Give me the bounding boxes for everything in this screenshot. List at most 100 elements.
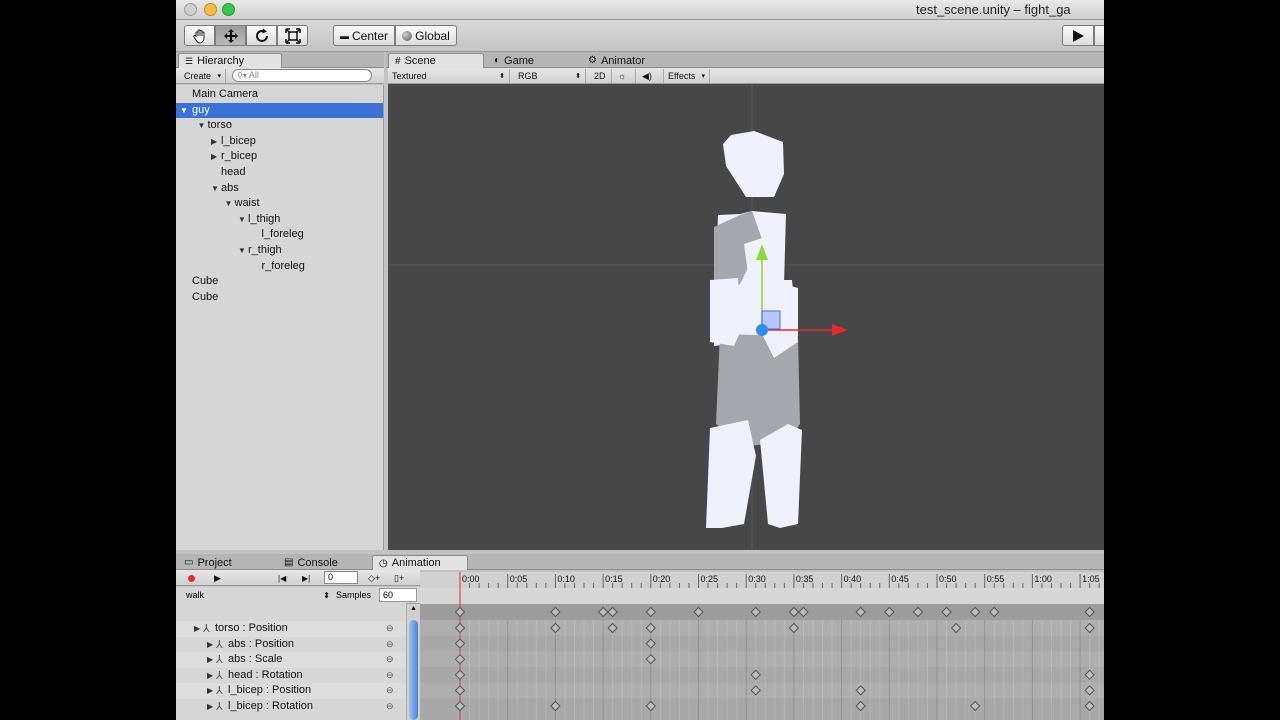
tab-game[interactable]: ◐ Game bbox=[488, 53, 580, 68]
event-lane[interactable] bbox=[420, 588, 1104, 604]
keyframe[interactable] bbox=[1084, 700, 1095, 712]
tab-animator[interactable]: ⚙ Animator bbox=[582, 53, 682, 68]
property-list-scrollbar[interactable]: ▲ bbox=[406, 604, 420, 720]
hierarchy-item-label: r_foreleg bbox=[261, 259, 305, 272]
curve-visibility-icon[interactable]: ⊖ bbox=[386, 685, 394, 696]
pivot-center-button[interactable]: ▬ Center bbox=[333, 25, 395, 46]
add-event-button[interactable]: ▯+ bbox=[390, 571, 412, 585]
frame-field[interactable]: 0 bbox=[324, 571, 358, 584]
tab-label: Project bbox=[197, 556, 232, 569]
hierarchy-item[interactable]: Cube bbox=[176, 274, 383, 289]
animation-track-row[interactable]: ▶ ⅄ abs : Scale ⊖ bbox=[176, 652, 406, 669]
keyframe[interactable] bbox=[454, 638, 466, 649]
scene-view-viewport[interactable] bbox=[388, 84, 1104, 550]
tab-hierarchy[interactable]: ☰ Hierarchy bbox=[178, 53, 282, 68]
track-label: l_bicep : Position bbox=[228, 684, 312, 697]
samples-field[interactable]: 60 bbox=[379, 588, 417, 602]
animation-track-row[interactable]: ▶ ⅄ head : Rotation ⊖ bbox=[176, 668, 406, 684]
hand-tool-button[interactable] bbox=[184, 25, 215, 46]
animation-track-row[interactable]: ▶ ⅄ l_bicep : Position ⊖ bbox=[176, 683, 406, 700]
effects-dropdown[interactable]: Effects ▾ bbox=[664, 69, 710, 83]
curve-visibility-icon[interactable]: ⊖ bbox=[386, 623, 394, 634]
expand-closed-icon[interactable]: ▶ bbox=[211, 137, 217, 146]
title-bar: test_scene.unity – fight_ga bbox=[176, 0, 1104, 20]
keyframe[interactable] bbox=[645, 638, 657, 649]
expand-closed-icon[interactable]: ▶ bbox=[207, 686, 213, 695]
tab-project[interactable]: ▭ Project bbox=[178, 555, 276, 570]
expand-closed-icon[interactable]: ▶ bbox=[207, 702, 213, 711]
curve-visibility-icon[interactable]: ⊖ bbox=[386, 654, 394, 665]
hierarchy-item[interactable]: r_foreleg bbox=[176, 259, 383, 274]
hierarchy-item[interactable]: ▶ r_bicep bbox=[176, 149, 383, 164]
record-button[interactable] bbox=[184, 571, 204, 585]
expand-closed-icon[interactable]: ▶ bbox=[207, 655, 213, 664]
animation-timeline[interactable]: 0:00 0:05 0:10 0:15 0:20 0:25 0:30 0:35 0:40 0:45… bbox=[420, 572, 1104, 720]
hierarchy-item[interactable]: ▼ torso bbox=[176, 118, 383, 133]
expand-closed-icon[interactable]: ▶ bbox=[207, 640, 213, 649]
hierarchy-item[interactable]: ▶ l_bicep bbox=[176, 134, 383, 149]
move-tool-button[interactable] bbox=[215, 25, 246, 46]
keyframe[interactable] bbox=[1084, 669, 1095, 681]
play-button[interactable] bbox=[1062, 25, 1094, 46]
audio-toggle[interactable]: ◀) bbox=[638, 69, 664, 83]
curve-visibility-icon[interactable]: ⊖ bbox=[386, 701, 394, 712]
curve-visibility-icon[interactable]: ⊖ bbox=[386, 639, 394, 650]
hierarchy-item[interactable]: head bbox=[176, 165, 383, 180]
keyframe[interactable] bbox=[454, 700, 466, 712]
expand-open-icon[interactable]: ▼ bbox=[180, 106, 188, 115]
space-global-button[interactable]: Global bbox=[395, 25, 457, 46]
hierarchy-item[interactable]: Main Camera bbox=[176, 87, 383, 102]
keyframe[interactable] bbox=[645, 700, 657, 712]
lighting-toggle[interactable]: ☼ bbox=[614, 69, 636, 83]
hierarchy-item[interactable]: ▼ abs bbox=[176, 181, 383, 196]
rotate-tool-button[interactable] bbox=[246, 25, 277, 46]
keyframe[interactable] bbox=[750, 669, 761, 681]
zoom-window-button[interactable] bbox=[222, 3, 235, 16]
pause-button[interactable] bbox=[1094, 25, 1104, 46]
animation-track-row[interactable]: ▶ ⅄ torso : Position ⊖ bbox=[176, 621, 406, 637]
render-mode-dropdown[interactable]: RGB ⬍ bbox=[514, 69, 586, 83]
tab-console[interactable]: ▤ Console bbox=[278, 555, 368, 570]
expand-open-icon[interactable]: ▼ bbox=[211, 184, 219, 193]
shading-mode-dropdown[interactable]: Textured ⬍ bbox=[388, 69, 510, 83]
scroll-up-arrow-icon[interactable]: ▲ bbox=[410, 605, 417, 612]
hierarchy-item[interactable]: ▼ waist bbox=[176, 196, 383, 211]
curve-visibility-icon[interactable]: ⊖ bbox=[386, 670, 394, 681]
hierarchy-item[interactable]: Cube bbox=[176, 290, 383, 305]
tab-scene[interactable]: # Scene bbox=[388, 53, 484, 68]
expand-closed-icon[interactable]: ▶ bbox=[207, 671, 213, 680]
toggle-2d-button[interactable]: 2D bbox=[590, 69, 612, 83]
expand-closed-icon[interactable]: ▶ bbox=[211, 152, 217, 161]
hierarchy-search-field[interactable]: ⚲▾ All bbox=[232, 69, 372, 82]
hierarchy-item[interactable]: ▼ r_thigh bbox=[176, 243, 383, 258]
animation-track-row[interactable]: ▶ ⅄ abs : Position ⊖ bbox=[176, 637, 406, 653]
expand-open-icon[interactable]: ▼ bbox=[225, 199, 233, 208]
animation-track-row[interactable]: ▶ ⅄ l_bicep : Rotation ⊖ bbox=[176, 699, 406, 715]
expand-open-icon[interactable]: ▼ bbox=[238, 215, 246, 224]
minimize-window-button[interactable] bbox=[204, 3, 217, 16]
scale-tool-button[interactable] bbox=[277, 25, 308, 46]
keyframe[interactable] bbox=[454, 669, 466, 681]
gizmo-center-handle[interactable] bbox=[756, 324, 768, 336]
expand-open-icon[interactable]: ▼ bbox=[198, 121, 206, 130]
scrollbar-thumb[interactable] bbox=[409, 620, 418, 720]
prev-key-button[interactable]: |◀ bbox=[274, 571, 294, 585]
keyframe[interactable] bbox=[550, 700, 561, 712]
hierarchy-item[interactable]: ▼ l_thigh bbox=[176, 212, 383, 227]
clip-dropdown[interactable]: walk ⬍ bbox=[182, 589, 332, 602]
transform-icon: ⅄ bbox=[216, 685, 223, 698]
expand-open-icon[interactable]: ▼ bbox=[238, 246, 246, 255]
close-window-button[interactable] bbox=[184, 3, 197, 16]
summary-lane[interactable] bbox=[420, 604, 1104, 620]
next-key-button[interactable]: ▶| bbox=[298, 571, 318, 585]
hierarchy-item[interactable]: ▼ guy bbox=[176, 102, 383, 118]
hierarchy-item[interactable]: l_foreleg bbox=[176, 227, 383, 242]
keyframe[interactable] bbox=[855, 700, 866, 712]
create-dropdown[interactable]: Create ▾ bbox=[180, 69, 226, 83]
keyframe[interactable] bbox=[969, 700, 981, 712]
tab-animation[interactable]: ◷ Animation bbox=[372, 555, 468, 570]
expand-closed-icon[interactable]: ▶ bbox=[194, 624, 200, 633]
add-keyframe-button[interactable]: ◇+ bbox=[364, 571, 386, 585]
gizmo-x-arrow-icon[interactable] bbox=[832, 324, 848, 336]
anim-play-button[interactable]: ▶ bbox=[210, 571, 230, 585]
